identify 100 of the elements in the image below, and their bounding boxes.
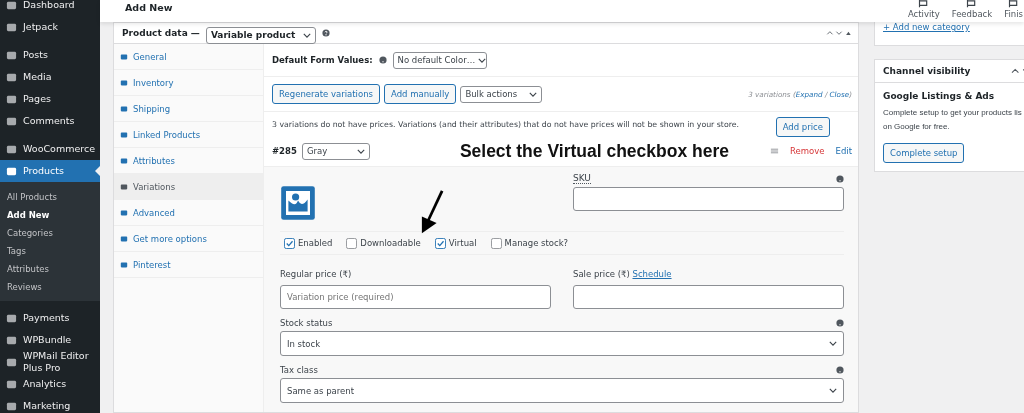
submenu-item[interactable]: Add New [0, 206, 100, 224]
description-text: Complete setup to get your products lis [883, 107, 1023, 119]
field-label: Sale price (₹) Schedule [573, 268, 673, 281]
help-icon [836, 366, 844, 374]
sidebar-item[interactable]: WPMail Editor Plus Pro [0, 351, 100, 373]
sidebar-item[interactable]: Pages [0, 88, 100, 110]
header-action[interactable]: Activity [907, 0, 940, 19]
product-data-tab[interactable]: Get more options [114, 226, 263, 252]
schedule-link[interactable]: Schedule [632, 269, 672, 279]
menu-icon [6, 165, 17, 177]
menu-icon [6, 356, 17, 368]
complete-setup-button[interactable]: Complete setup [883, 143, 965, 163]
field-label: SKU [573, 174, 591, 184]
submenu-item[interactable]: Attributes [0, 260, 100, 278]
regular-price-field[interactable]: Variation price (required) [280, 285, 551, 309]
product-data-tab[interactable]: Shipping [114, 96, 263, 122]
help-icon [378, 56, 387, 64]
description-text: on Google for free. [883, 121, 951, 133]
caret-icon [302, 32, 311, 38]
submenu-item[interactable]: Categories [0, 224, 100, 242]
product-data-tab[interactable]: Pinterest [114, 252, 263, 278]
tab-icon [120, 104, 128, 113]
tab-icon [120, 156, 128, 165]
caret-icon [478, 57, 487, 63]
field-label: Default Form Values: [272, 55, 373, 65]
sidebar-item[interactable]: Comments [0, 110, 100, 132]
menu-icon [6, 49, 17, 61]
tab-icon [120, 182, 128, 191]
tab-icon [120, 130, 128, 139]
product-data-tab[interactable]: Linked Products [114, 122, 263, 148]
sidebar-item[interactable]: Products [0, 160, 100, 182]
sidebar-item[interactable]: Media [0, 66, 100, 88]
tab-icon [120, 52, 128, 61]
checkbox[interactable] [284, 237, 295, 249]
image-placeholder-icon[interactable] [280, 185, 316, 221]
variation-id: #285 [272, 146, 297, 156]
menu-icon [6, 378, 17, 390]
menu-icon [6, 71, 17, 83]
checkbox[interactable] [434, 237, 446, 249]
caret-icon [829, 341, 837, 346]
variation-color-select[interactable]: Gray [301, 142, 370, 160]
submenu-item[interactable]: Tags [0, 242, 100, 260]
tab-icon [120, 208, 128, 217]
sidebar-item[interactable]: WooCommerce [0, 138, 100, 160]
menu-icon [6, 115, 17, 127]
sidebar-item[interactable]: Analytics [0, 373, 100, 395]
checkbox[interactable] [346, 237, 358, 249]
header-action[interactable]: Feedback [951, 0, 993, 19]
add-category-link[interactable]: + Add new category [883, 22, 970, 32]
sidebar-item[interactable]: Jetpack [0, 16, 100, 38]
menu-icon [6, 334, 17, 346]
panel-controls-icon[interactable] [826, 29, 852, 37]
help-icon [321, 29, 330, 37]
product-data-tab[interactable]: General [114, 44, 263, 70]
sale-price-field[interactable] [573, 285, 844, 309]
menu-icon [6, 400, 17, 412]
help-icon [836, 319, 844, 327]
bulk-actions-select[interactable]: Bulk actions [460, 85, 543, 103]
caret-icon [829, 388, 837, 393]
default-color-select[interactable]: No default Color… [392, 51, 487, 69]
drag-handle-icon[interactable] [770, 147, 780, 155]
tab-icon [120, 234, 128, 243]
menu-icon [6, 93, 17, 105]
option-checkbox[interactable]: Enabled [284, 237, 333, 249]
tab-icon [120, 260, 128, 269]
action-button[interactable]: Add manually [384, 84, 457, 104]
section-heading: Google Listings & Ads [883, 91, 996, 101]
menu-icon [6, 312, 17, 324]
add-price-button[interactable]: Add price [775, 117, 830, 137]
menu-icon [6, 0, 17, 11]
annotation-text: Select the Virtual checkbox here [459, 140, 729, 162]
checkbox[interactable] [490, 237, 502, 249]
menu-icon [6, 21, 17, 33]
submenu-item[interactable]: Reviews [0, 278, 100, 296]
remove-link[interactable]: Remove [790, 146, 825, 156]
option-checkbox[interactable]: Manage stock? [490, 237, 569, 249]
action-button[interactable]: Regenerate variations [272, 84, 380, 104]
product-data-tab[interactable]: Variations [114, 174, 263, 200]
tab-icon [120, 78, 128, 87]
product-data-tab[interactable]: Inventory [114, 70, 263, 96]
edit-link[interactable]: Edit [835, 146, 852, 156]
page-title: Add New [125, 1, 173, 13]
panel-title: Product data — [122, 28, 200, 38]
sidebar-item[interactable]: Posts [0, 44, 100, 66]
tax-class-select[interactable]: Same as parent [280, 378, 844, 403]
option-checkbox[interactable]: Virtual [434, 237, 477, 249]
submenu-item[interactable]: All Products [0, 188, 100, 206]
field-label: Stock status [280, 317, 333, 330]
sidebar-item[interactable]: Marketing [0, 395, 100, 413]
stock-status-select[interactable]: In stock [280, 331, 844, 356]
sidebar-item[interactable]: Payments [0, 307, 100, 329]
header-action[interactable]: Finis [1004, 0, 1023, 19]
menu-icon [6, 143, 17, 155]
option-checkbox[interactable]: Downloadable [346, 237, 421, 249]
help-icon [836, 175, 844, 183]
product-type-select[interactable]: Variable product [205, 26, 316, 44]
sku-field[interactable] [573, 187, 844, 211]
sidebar-item[interactable]: WPBundle [0, 329, 100, 351]
sidebar-item[interactable]: Dashboard [0, 0, 100, 16]
product-data-tab[interactable]: Advanced [114, 200, 263, 226]
